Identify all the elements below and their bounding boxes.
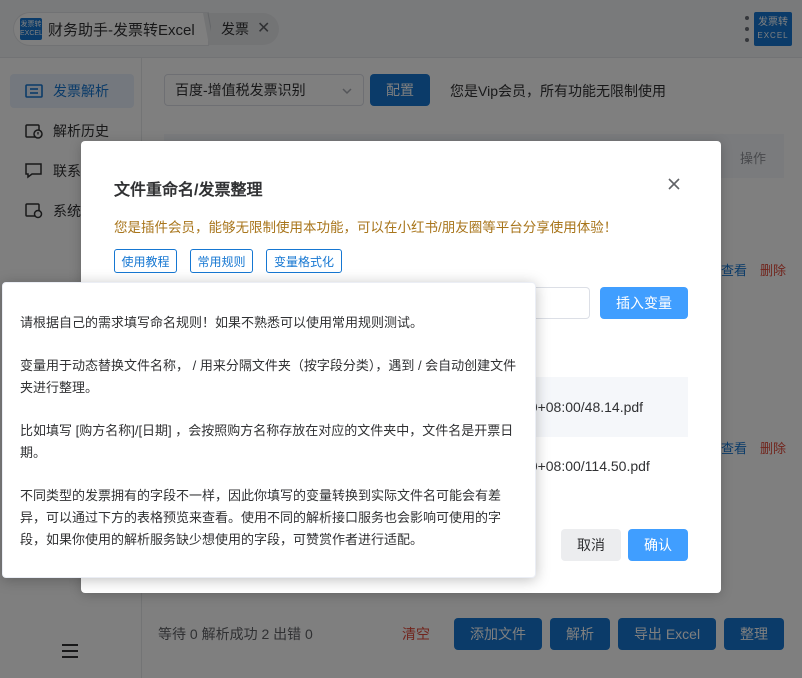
preview-filename: 00+08:00/48.14.pdf [522,399,644,415]
member-note: 您是插件会员，能够无限制使用本功能，可以在小红书/朋友圈等平台分享使用体验！ [114,220,618,235]
common-rules-button[interactable]: 常用规则 [190,249,253,273]
cancel-button[interactable]: 取消 [561,529,621,561]
tooltip-paragraph: 比如填写 [购方名称]/[日期] ，会按照购方名称存放在对应的文件夹中，文件名是… [20,423,514,460]
confirm-button[interactable]: 确认 [628,529,688,561]
tutorial-button[interactable]: 使用教程 [114,249,177,273]
dialog-title: 文件重命名/发票整理 [114,182,263,199]
close-icon[interactable] [667,177,681,191]
help-tooltip: 请根据自己的需求填写命名规则！如果不熟悉可以使用常用规则测试。 变量用于动态替换… [2,282,536,578]
tooltip-paragraph: 不同类型的发票拥有的字段不一样，因此你填写的变量转换到实际文件名可能会有差异，可… [20,488,502,547]
tooltip-paragraph: 变量用于动态替换文件名称， / 用来分隔文件夹（按字段分类），遇到 / 会自动创… [20,358,517,395]
insert-variable-button[interactable]: 插入变量 [600,287,688,319]
tooltip-paragraph: 请根据自己的需求填写命名规则！如果不熟悉可以使用常用规则测试。 [20,315,424,330]
variable-format-button[interactable]: 变量格式化 [266,249,342,273]
preview-filename: 00+08:00/114.50.pdf [522,458,650,474]
